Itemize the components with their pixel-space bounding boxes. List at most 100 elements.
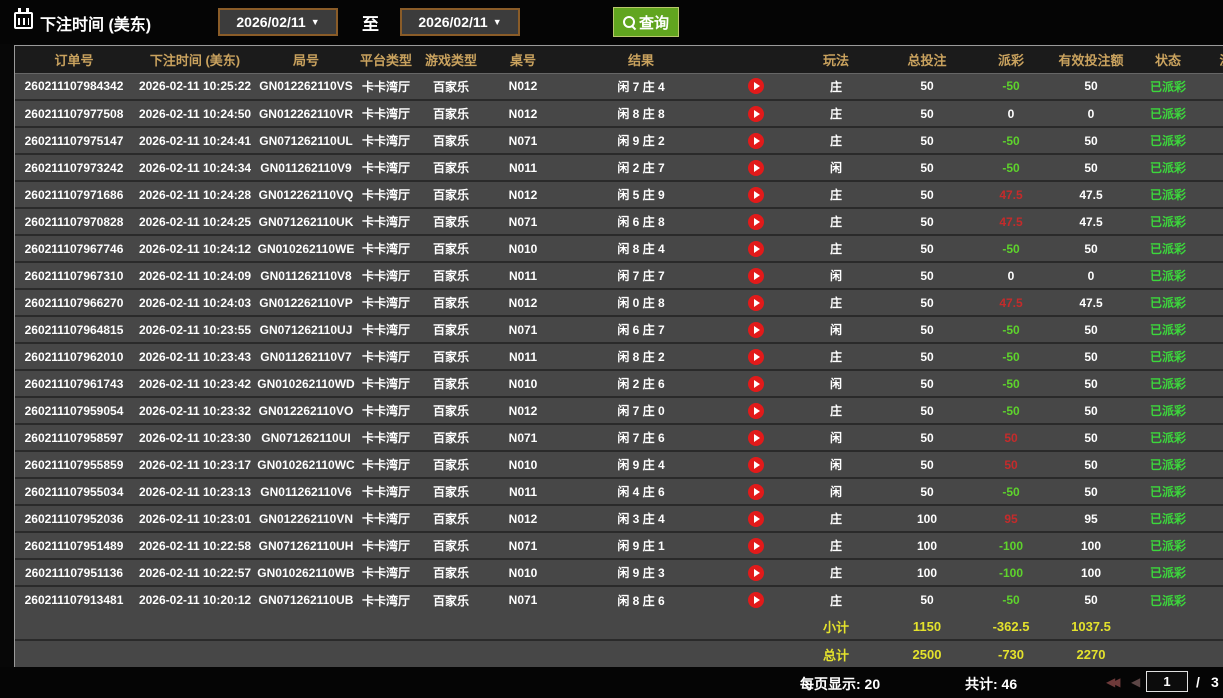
- round-no-cell: GN071262110UI: [257, 424, 355, 451]
- video-cell: [721, 316, 791, 343]
- play-type-cell: 闲: [791, 424, 881, 451]
- video-cell: [721, 505, 791, 532]
- table-row: 260211107952036 2026-02-11 10:23:01 GN01…: [15, 505, 1223, 532]
- platform-cell: 卡卡湾厅: [355, 208, 417, 235]
- play-video-icon[interactable]: [748, 592, 764, 608]
- total-bet-cell: 50: [881, 316, 973, 343]
- page-number-input[interactable]: [1146, 671, 1188, 692]
- play-type-cell: 庄: [791, 397, 881, 424]
- toolbar: 下注时间 (美东) 2026/02/11 ▼ 至 2026/02/11 ▼ 查询: [0, 0, 1223, 44]
- play-video-icon[interactable]: [748, 484, 764, 500]
- play-video-icon[interactable]: [748, 457, 764, 473]
- table-row: 260211107955034 2026-02-11 10:23:13 GN01…: [15, 478, 1223, 505]
- payout-time-cell: [1203, 505, 1223, 532]
- platform-cell: 卡卡湾厅: [355, 505, 417, 532]
- bet-time-cell: 2026-02-11 10:23:17: [133, 451, 257, 478]
- date-from-picker[interactable]: 2026/02/11 ▼: [218, 8, 338, 36]
- platform-cell: 卡卡湾厅: [355, 316, 417, 343]
- order-no-cell: 260211107952036: [15, 505, 133, 532]
- total-bet-cell: 50: [881, 289, 973, 316]
- total-bet-cell: 50: [881, 424, 973, 451]
- valid-bet-cell: 0: [1049, 262, 1133, 289]
- play-video-icon[interactable]: [748, 78, 764, 94]
- payout-time-cell: [1203, 289, 1223, 316]
- query-button[interactable]: 查询: [613, 7, 679, 37]
- game-type-cell: 百家乐: [417, 316, 485, 343]
- platform-cell: 卡卡湾厅: [355, 424, 417, 451]
- payout-time-cell: [1203, 370, 1223, 397]
- result-cell: 闲 2 庄 7: [561, 154, 721, 181]
- play-video-icon[interactable]: [748, 268, 764, 284]
- bet-time-cell: 2026-02-11 10:23:13: [133, 478, 257, 505]
- subtotal-label: 小计: [791, 613, 881, 640]
- payout-cell: -100: [973, 559, 1049, 586]
- play-video-icon[interactable]: [748, 214, 764, 230]
- round-no-cell: GN012262110VR: [257, 100, 355, 127]
- platform-cell: 卡卡湾厅: [355, 532, 417, 559]
- play-video-icon[interactable]: [748, 511, 764, 527]
- video-cell: [721, 559, 791, 586]
- subtotal-row: 小计 1150 -362.5 1037.5: [15, 613, 1223, 640]
- platform-cell: 卡卡湾厅: [355, 370, 417, 397]
- payout-cell: -50: [973, 370, 1049, 397]
- bet-time-cell: 2026-02-11 10:23:01: [133, 505, 257, 532]
- play-video-icon[interactable]: [748, 187, 764, 203]
- play-video-icon[interactable]: [748, 106, 764, 122]
- video-cell: [721, 289, 791, 316]
- first-page-icon[interactable]: ◀◀: [1106, 675, 1116, 689]
- play-video-icon[interactable]: [748, 403, 764, 419]
- payout-cell: 47.5: [973, 289, 1049, 316]
- video-cell: [721, 424, 791, 451]
- play-video-icon[interactable]: [748, 160, 764, 176]
- payout-cell: -50: [973, 235, 1049, 262]
- play-video-icon[interactable]: [748, 241, 764, 257]
- play-type-cell: 庄: [791, 100, 881, 127]
- col-round-no: 局号: [257, 46, 355, 73]
- play-video-icon[interactable]: [748, 430, 764, 446]
- play-type-cell: 闲: [791, 451, 881, 478]
- bet-time-cell: 2026-02-11 10:23:42: [133, 370, 257, 397]
- payout-time-cell: [1203, 478, 1223, 505]
- col-order-no: 订单号: [15, 46, 133, 73]
- play-video-icon[interactable]: [748, 565, 764, 581]
- order-no-cell: 260211107967310: [15, 262, 133, 289]
- payout-time-cell: [1203, 586, 1223, 613]
- order-no-cell: 260211107971686: [15, 181, 133, 208]
- valid-bet-cell: 100: [1049, 532, 1133, 559]
- table-no-cell: N071: [485, 316, 561, 343]
- subtotal-payout: -362.5: [973, 613, 1049, 640]
- table-row: 260211107958597 2026-02-11 10:23:30 GN07…: [15, 424, 1223, 451]
- prev-page-icon[interactable]: ◀: [1131, 675, 1140, 689]
- payout-time-cell: [1203, 532, 1223, 559]
- round-no-cell: GN071262110UJ: [257, 316, 355, 343]
- play-type-cell: 闲: [791, 370, 881, 397]
- order-no-cell: 260211107966270: [15, 289, 133, 316]
- table-row: 260211107970828 2026-02-11 10:24:25 GN07…: [15, 208, 1223, 235]
- round-no-cell: GN011262110V7: [257, 343, 355, 370]
- total-bet-cell: 100: [881, 505, 973, 532]
- game-type-cell: 百家乐: [417, 532, 485, 559]
- play-video-icon[interactable]: [748, 295, 764, 311]
- round-no-cell: GN011262110V6: [257, 478, 355, 505]
- payout-time-cell: [1203, 559, 1223, 586]
- play-type-cell: 闲: [791, 154, 881, 181]
- table-no-cell: N012: [485, 505, 561, 532]
- page-separator: /: [1196, 674, 1200, 690]
- payout-cell: 0: [973, 100, 1049, 127]
- play-video-icon[interactable]: [748, 538, 764, 554]
- status-cell: 已派彩: [1133, 127, 1203, 154]
- play-video-icon[interactable]: [748, 349, 764, 365]
- game-type-cell: 百家乐: [417, 289, 485, 316]
- play-type-cell: 庄: [791, 181, 881, 208]
- round-no-cell: GN011262110V8: [257, 262, 355, 289]
- play-video-icon[interactable]: [748, 322, 764, 338]
- result-cell: 闲 8 庄 8: [561, 100, 721, 127]
- total-bet-cell: 50: [881, 181, 973, 208]
- play-video-icon[interactable]: [748, 376, 764, 392]
- table-row: 260211107975147 2026-02-11 10:24:41 GN07…: [15, 127, 1223, 154]
- game-type-cell: 百家乐: [417, 100, 485, 127]
- platform-cell: 卡卡湾厅: [355, 100, 417, 127]
- date-to-picker[interactable]: 2026/02/11 ▼: [400, 8, 520, 36]
- round-no-cell: GN010262110WD: [257, 370, 355, 397]
- play-video-icon[interactable]: [748, 133, 764, 149]
